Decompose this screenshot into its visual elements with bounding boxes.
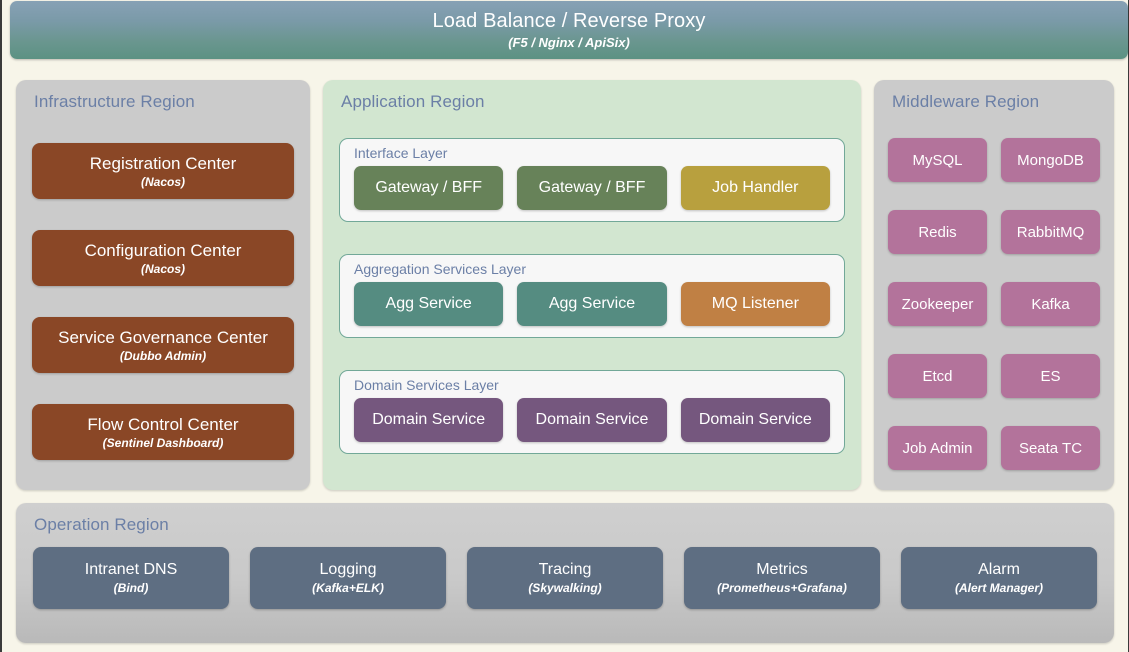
- node-sublabel: (Skywalking): [528, 581, 602, 595]
- node-kafka[interactable]: Kafka: [1001, 282, 1100, 326]
- operation-region: Operation Region Intranet DNS (Bind) Log…: [16, 503, 1114, 643]
- node-agg-service-2[interactable]: Agg Service: [517, 282, 667, 326]
- application-region-title: Application Region: [341, 92, 485, 111]
- node-sublabel: (Bind): [113, 581, 149, 595]
- infrastructure-region: Infrastructure Region Registration Cente…: [16, 80, 310, 490]
- interface-layer-nodes: Gateway / BFF Gateway / BFF Job Handler: [354, 166, 830, 210]
- node-label: Tracing: [538, 561, 592, 578]
- node-zookeeper[interactable]: Zookeeper: [888, 282, 987, 326]
- aggregation-services-layer: Aggregation Services Layer Agg Service A…: [339, 254, 845, 338]
- banner-title: Load Balance / Reverse Proxy: [432, 10, 706, 32]
- node-label: Intranet DNS: [84, 561, 178, 578]
- node-sublabel: (Prometheus+Grafana): [717, 581, 847, 595]
- node-label: Agg Service: [385, 295, 472, 312]
- node-gateway-bff-1[interactable]: Gateway / BFF: [354, 166, 504, 210]
- node-gateway-bff-2[interactable]: Gateway / BFF: [517, 166, 667, 210]
- node-es[interactable]: ES: [1001, 354, 1100, 398]
- node-label: Alarm: [978, 561, 1020, 578]
- interface-layer-title: Interface Layer: [354, 145, 448, 161]
- node-configuration-center[interactable]: Configuration Center (Nacos): [32, 230, 294, 286]
- node-domain-service-1[interactable]: Domain Service: [354, 398, 504, 442]
- node-domain-service-2[interactable]: Domain Service: [517, 398, 667, 442]
- node-job-handler[interactable]: Job Handler: [680, 166, 830, 210]
- node-service-governance-center[interactable]: Service Governance Center (Dubbo Admin): [32, 317, 294, 373]
- domain-services-layer-nodes: Domain Service Domain Service Domain Ser…: [354, 398, 830, 442]
- aggregation-services-layer-nodes: Agg Service Agg Service MQ Listener: [354, 282, 830, 326]
- middleware-grid: MySQL MongoDB Redis RabbitMQ Zookeeper K…: [888, 138, 1100, 470]
- node-sublabel: (Nacos): [140, 174, 185, 189]
- node-label: Configuration Center: [84, 240, 242, 260]
- aggregation-services-layer-title: Aggregation Services Layer: [354, 261, 526, 277]
- node-logging[interactable]: Logging (Kafka+ELK): [250, 547, 446, 609]
- node-sublabel: (Alert Manager): [954, 581, 1043, 595]
- middleware-region-title: Middleware Region: [892, 92, 1040, 111]
- node-label: Domain Service: [372, 411, 486, 428]
- banner-subtitle: (F5 / Nginx / ApiSix): [508, 35, 630, 50]
- node-etcd[interactable]: Etcd: [888, 354, 987, 398]
- domain-services-layer: Domain Services Layer Domain Service Dom…: [339, 370, 845, 454]
- node-label: Logging: [319, 561, 377, 578]
- node-label: Domain Service: [535, 411, 649, 428]
- node-intranet-dns[interactable]: Intranet DNS (Bind): [33, 547, 229, 609]
- operation-nodes: Intranet DNS (Bind) Logging (Kafka+ELK) …: [33, 547, 1097, 609]
- node-metrics[interactable]: Metrics (Prometheus+Grafana): [684, 547, 880, 609]
- infrastructure-region-title: Infrastructure Region: [34, 92, 195, 111]
- node-domain-service-3[interactable]: Domain Service: [680, 398, 830, 442]
- node-label: MQ Listener: [711, 295, 799, 312]
- domain-services-layer-title: Domain Services Layer: [354, 377, 499, 393]
- node-job-admin[interactable]: Job Admin: [888, 426, 987, 470]
- architecture-diagram: Load Balance / Reverse Proxy (F5 / Nginx…: [2, 0, 1129, 652]
- interface-layer: Interface Layer Gateway / BFF Gateway / …: [339, 138, 845, 222]
- load-balancer-banner: Load Balance / Reverse Proxy (F5 / Nginx…: [10, 1, 1128, 59]
- node-seata-tc[interactable]: Seata TC: [1001, 426, 1100, 470]
- node-sublabel: (Dubbo Admin): [119, 348, 207, 363]
- operation-region-title: Operation Region: [34, 515, 169, 534]
- node-label: Gateway / BFF: [538, 179, 646, 196]
- node-label: Metrics: [756, 561, 808, 578]
- node-mongodb[interactable]: MongoDB: [1001, 138, 1100, 182]
- node-label: Job Handler: [712, 179, 799, 196]
- application-region: Application Region Interface Layer Gatew…: [323, 80, 861, 490]
- node-registration-center[interactable]: Registration Center (Nacos): [32, 143, 294, 199]
- node-rabbitmq[interactable]: RabbitMQ: [1001, 210, 1100, 254]
- node-redis[interactable]: Redis: [888, 210, 987, 254]
- node-label: Registration Center: [89, 153, 237, 173]
- node-sublabel: (Kafka+ELK): [312, 581, 384, 595]
- node-mq-listener[interactable]: MQ Listener: [680, 282, 830, 326]
- node-mysql[interactable]: MySQL: [888, 138, 987, 182]
- node-sublabel: (Sentinel Dashboard): [102, 435, 224, 450]
- node-label: Service Governance Center: [58, 327, 268, 347]
- node-label: Gateway / BFF: [375, 179, 483, 196]
- middleware-region: Middleware Region MySQL MongoDB Redis Ra…: [874, 80, 1114, 490]
- node-tracing[interactable]: Tracing (Skywalking): [467, 547, 663, 609]
- node-label: Agg Service: [548, 295, 636, 312]
- node-label: Flow Control Center: [87, 414, 239, 434]
- node-flow-control-center[interactable]: Flow Control Center (Sentinel Dashboard): [32, 404, 294, 460]
- node-label: Domain Service: [698, 411, 812, 428]
- node-sublabel: (Nacos): [140, 261, 185, 276]
- node-alarm[interactable]: Alarm (Alert Manager): [901, 547, 1097, 609]
- node-agg-service-1[interactable]: Agg Service: [354, 282, 504, 326]
